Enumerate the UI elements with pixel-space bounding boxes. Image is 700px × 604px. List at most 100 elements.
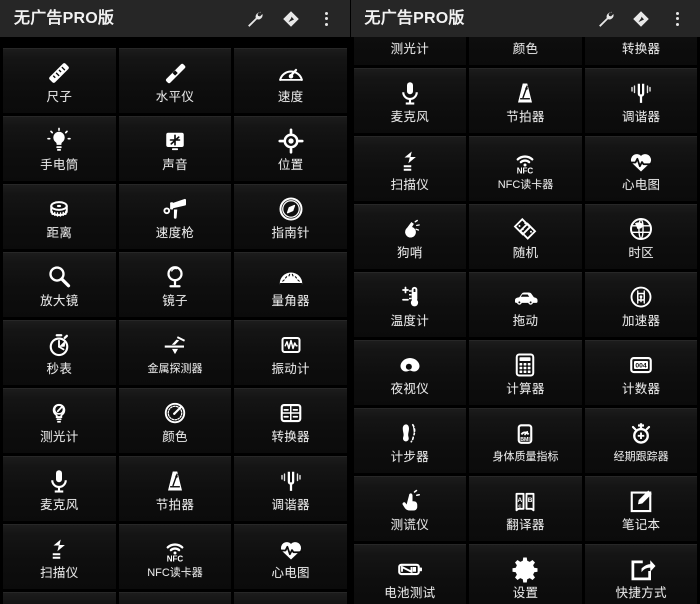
- tool-tile[interactable]: 004 计数器: [584, 340, 698, 405]
- tool-tile[interactable]: 计算器: [469, 340, 582, 405]
- tool-label: 时区: [628, 246, 654, 261]
- tool-tile[interactable]: 速度: [234, 48, 347, 113]
- tool-tile[interactable]: 温度计: [353, 272, 467, 337]
- tool-tile[interactable]: 计步器: [353, 408, 467, 473]
- stopwatch-icon: [42, 330, 76, 360]
- tool-tile[interactable]: 测光计: [3, 388, 116, 453]
- tool-tile[interactable]: 测光计: [353, 37, 467, 65]
- tool-label: 镜子: [162, 294, 188, 309]
- tool-tile[interactable]: 快捷方式: [584, 544, 698, 604]
- left-grid-viewport[interactable]: 尺子 水平仪 速度手电筒 声音 位置距离 速度枪 指南针放大镜 镜子 量角器秒表 金属探测器 振动计…: [0, 37, 350, 604]
- tool-tile[interactable]: 电池测试: [353, 544, 467, 604]
- tool-tile[interactable]: NFC NFC读卡器: [469, 136, 582, 201]
- tool-label: 位置: [277, 158, 304, 173]
- tool-label: 颜色: [162, 430, 188, 445]
- tool-tile[interactable]: 时区: [584, 204, 698, 269]
- tool-tile[interactable]: 狗哨: [353, 204, 467, 269]
- tool-tile[interactable]: 笔记本: [584, 476, 698, 541]
- tool-label: 放大镜: [40, 294, 79, 309]
- tool-tile[interactable]: 随机: [469, 204, 582, 269]
- tool-tile[interactable]: 转换器: [234, 388, 347, 453]
- tool-tile[interactable]: NFC NFC读卡器: [118, 524, 232, 589]
- tool-tile[interactable]: 拖动: [469, 272, 582, 337]
- tool-tile[interactable]: 麦克风: [3, 456, 116, 521]
- tool-tile[interactable]: 经期跟踪器: [584, 408, 698, 473]
- badge-navigation-icon[interactable]: [630, 8, 652, 30]
- svg-text:NFC: NFC: [517, 167, 534, 176]
- mirror-icon: [158, 262, 192, 292]
- tool-label: 手电筒: [40, 158, 79, 173]
- microphone-icon: [42, 466, 76, 496]
- tool-tile[interactable]: 时区: [234, 592, 347, 604]
- tool-tile[interactable]: 调谐器: [234, 456, 347, 521]
- tool-tile[interactable]: 量角器: [234, 252, 347, 317]
- magnifier-icon: [42, 262, 76, 292]
- globe-clock-icon: [624, 214, 658, 244]
- tool-tile[interactable]: 水平仪: [118, 48, 232, 113]
- tool-label: 计数器: [621, 382, 661, 397]
- tool-tile[interactable]: 放大镜: [3, 252, 116, 317]
- badge-navigation-icon[interactable]: [280, 8, 302, 30]
- tool-tile[interactable]: 设置: [469, 544, 582, 604]
- tool-tile[interactable]: 颜色: [118, 388, 232, 453]
- tool-tile[interactable]: 扫描仪: [353, 136, 467, 201]
- tool-label: 调谐器: [271, 498, 310, 513]
- tool-tile[interactable]: 扫描仪: [3, 524, 116, 589]
- tool-tile[interactable]: 调谐器: [584, 68, 698, 133]
- tool-tile[interactable]: 尺子: [3, 48, 116, 113]
- car-icon: [508, 282, 542, 312]
- gear-icon: [508, 554, 542, 584]
- period-tracker-icon: [624, 419, 658, 449]
- tool-tile[interactable]: 心电图: [234, 524, 347, 589]
- thermometer-icon: [393, 282, 427, 312]
- tool-tile[interactable]: 转换器: [584, 37, 698, 65]
- tool-tile[interactable]: 位置: [234, 116, 347, 181]
- tool-tile[interactable]: 金属探测器: [118, 320, 232, 385]
- tools-wrench-icon[interactable]: [594, 8, 616, 30]
- tool-tile[interactable]: 镜子: [118, 252, 232, 317]
- svg-text:004: 004: [636, 363, 648, 370]
- tools-wrench-icon[interactable]: [244, 8, 266, 30]
- overflow-menu-icon[interactable]: [666, 8, 688, 30]
- converter-icon: [274, 398, 308, 428]
- color-wheel-icon: [158, 398, 192, 428]
- svg-text:NFC: NFC: [167, 555, 184, 564]
- tool-tile[interactable]: 声音: [118, 116, 232, 181]
- bmi-scale-icon: BMI: [508, 419, 542, 449]
- tool-tile[interactable]: 节拍器: [118, 456, 232, 521]
- tool-label: 翻译器: [506, 518, 545, 533]
- tool-tile[interactable]: Ac B 翻译器: [469, 476, 582, 541]
- tool-label: NFC读卡器: [497, 179, 554, 191]
- tool-label: 身体质量指标: [492, 451, 559, 463]
- tool-grid: 尺子水平仪速度手电筒声音位置距离速度枪指南针放大镜镜子量角器秒表金属探测器振动计…: [351, 37, 700, 604]
- tool-tile[interactable]: 颜色: [469, 37, 582, 65]
- light-meter-icon: [42, 398, 76, 428]
- tool-label: 金属探测器: [147, 363, 203, 375]
- tool-grid: 尺子水平仪速度手电筒 声音位置距离速度枪指南针放大镜 镜子 量角器秒表 金属探测器 振动计…: [0, 48, 350, 604]
- left-panel: 无广告PRO版 尺子 水平仪 速度 手电筒 声音 位置 距离 速度枪 指南针 放…: [0, 0, 350, 604]
- tool-label: 扫描仪: [390, 178, 430, 193]
- tool-tile[interactable]: BMI 身体质量指标: [469, 408, 582, 473]
- tool-tile[interactable]: 夜视仪: [353, 340, 467, 405]
- tool-tile[interactable]: 加速器: [584, 272, 698, 337]
- tool-tile[interactable]: 心电图: [584, 136, 698, 201]
- tool-tile[interactable]: 指南针: [234, 184, 347, 249]
- tool-label: 秒表: [46, 362, 73, 377]
- tool-tile[interactable]: 速度枪: [118, 184, 232, 249]
- tool-tile[interactable]: 秒表: [3, 320, 116, 385]
- tool-tile[interactable]: 手电筒: [3, 116, 116, 181]
- overflow-menu-icon[interactable]: [316, 8, 338, 30]
- tool-tile[interactable]: 测谎仪: [353, 476, 467, 541]
- tool-tile[interactable]: 随机: [118, 592, 232, 604]
- tool-tile[interactable]: 距离: [3, 184, 116, 249]
- right-grid-viewport[interactable]: 尺子水平仪速度手电筒声音位置距离速度枪指南针放大镜镜子量角器秒表金属探测器振动计…: [351, 37, 700, 604]
- tool-tile[interactable]: 麦克风: [353, 68, 467, 133]
- tool-tile[interactable]: 振动计: [234, 320, 347, 385]
- tool-tile[interactable]: 狗哨: [3, 592, 116, 604]
- pedometer-icon: [393, 418, 427, 448]
- tool-label: 狗哨: [397, 246, 423, 261]
- nfc-icon: NFC: [508, 147, 542, 177]
- tool-label: 快捷方式: [615, 586, 667, 601]
- tool-tile[interactable]: 节拍器: [469, 68, 582, 133]
- app-bar-actions: [594, 8, 692, 30]
